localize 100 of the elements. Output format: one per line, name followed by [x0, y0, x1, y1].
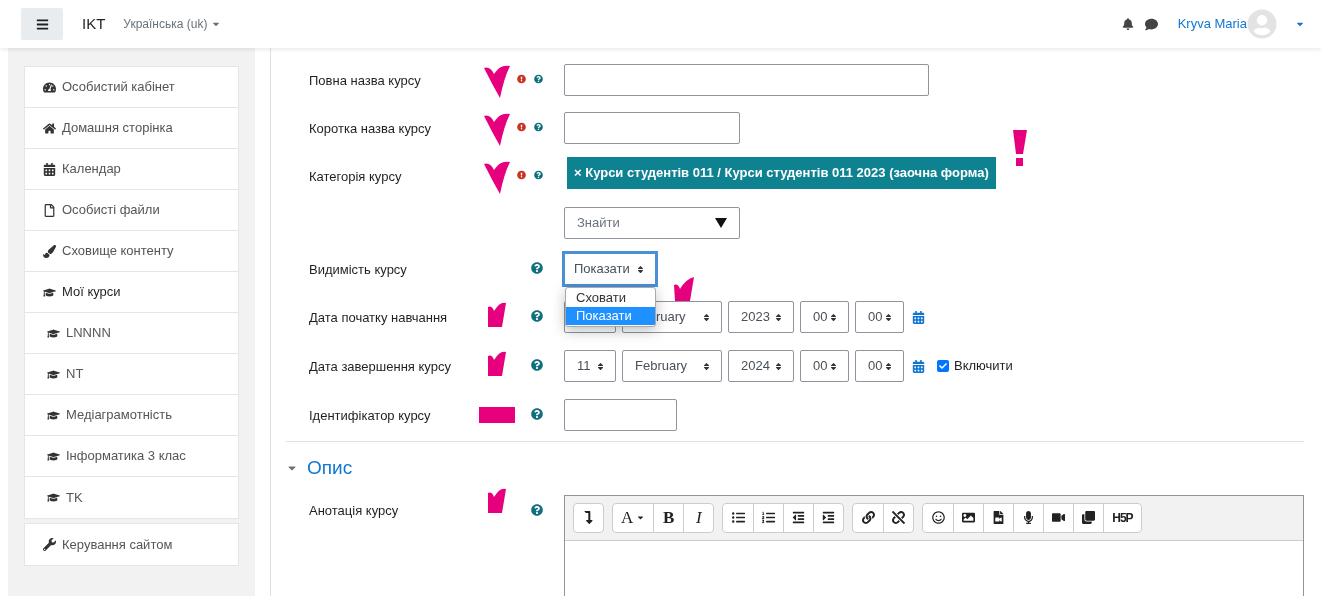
- triangle-down-icon: [715, 218, 727, 228]
- sidebar-item[interactable]: NT: [25, 354, 238, 395]
- copy-icon: [1082, 511, 1096, 524]
- numbered-list-icon: [762, 511, 776, 524]
- indent-icon: [822, 511, 836, 524]
- dashboard-icon: [43, 80, 56, 94]
- select-field[interactable]: February: [622, 350, 722, 382]
- sort-arrows-icon: [774, 361, 783, 371]
- select-field[interactable]: 00: [800, 301, 849, 333]
- image-icon: [962, 511, 976, 524]
- field-label: Коротка назва курсу: [309, 120, 432, 138]
- select-field[interactable]: 11: [564, 350, 616, 382]
- field-label: Анотація курсу: [309, 501, 400, 520]
- text-input[interactable]: [564, 399, 677, 431]
- brush-icon: [43, 244, 56, 258]
- toolbar-button[interactable]: H5P: [1103, 503, 1141, 532]
- unlink-icon: [892, 511, 906, 524]
- check-mark-annotation: [482, 160, 512, 196]
- field-label: Категорія курсу: [309, 168, 403, 186]
- sidebar-item[interactable]: Особистий кабінет: [25, 67, 238, 108]
- toolbar-button[interactable]: A: [613, 503, 654, 532]
- toolbar-button[interactable]: I: [683, 503, 714, 532]
- sidebar-item[interactable]: Медіаграмотність: [25, 395, 238, 436]
- sidebar-item[interactable]: LNNNN: [25, 313, 238, 354]
- help-icon[interactable]: [531, 310, 543, 322]
- help-icon[interactable]: [531, 359, 543, 371]
- select-field[interactable]: 00: [800, 350, 849, 382]
- select-field[interactable]: 2024: [728, 350, 794, 382]
- sidebar-item[interactable]: Особисті файли: [25, 190, 238, 231]
- check-mark-annotation: [486, 350, 508, 378]
- link-icon: [861, 511, 875, 524]
- sidebar-item[interactable]: Інформатика 3 клас: [25, 436, 238, 477]
- sidebar-item[interactable]: Керування сайтом: [25, 524, 238, 565]
- media-file-icon: [992, 511, 1006, 524]
- visibility-select[interactable]: Показати: [562, 251, 658, 287]
- check-icon: [939, 362, 947, 370]
- field-label: Ідентифікатор курсу: [309, 407, 432, 425]
- section-heading[interactable]: Опис: [307, 454, 353, 483]
- notification-bell-icon[interactable]: [1121, 18, 1134, 30]
- check-mark-annotation: [486, 301, 508, 329]
- sidebar-item[interactable]: Календар: [25, 149, 238, 190]
- field-label: Дата завершення курсу: [309, 358, 452, 376]
- toolbar-button[interactable]: B: [653, 503, 684, 532]
- file-icon: [43, 203, 56, 217]
- sort-arrows-icon: [884, 361, 893, 371]
- search-placeholder: Знайти: [577, 214, 620, 233]
- sort-arrows-icon: [702, 361, 711, 371]
- enable-checkbox[interactable]: Включити: [937, 356, 1013, 376]
- field-label: Дата початку навчання: [309, 309, 449, 327]
- toolbar-button[interactable]: [573, 502, 604, 533]
- menu-button[interactable]: [21, 8, 63, 40]
- field-label: Повна назва курсу: [309, 72, 422, 90]
- calendar-icon: [43, 162, 56, 176]
- calendar-icon[interactable]: [912, 359, 925, 373]
- text-input[interactable]: [564, 112, 740, 144]
- arrow-down-icon: [582, 511, 595, 524]
- text-input[interactable]: [564, 64, 929, 96]
- user-name[interactable]: Kryva Maria: [1177, 14, 1247, 34]
- check-mark-annotation: [482, 112, 512, 148]
- checkbox[interactable]: [937, 360, 949, 372]
- wrench-icon: [43, 538, 56, 551]
- bullet-list-icon: [731, 511, 745, 524]
- sort-arrows-icon: [596, 361, 605, 371]
- video-camera-icon: [1052, 511, 1066, 524]
- calendar-icon[interactable]: [912, 310, 925, 324]
- select-field[interactable]: 00: [855, 350, 904, 382]
- search-select[interactable]: Знайти: [564, 207, 740, 239]
- select-field[interactable]: 2023: [728, 301, 794, 333]
- field-label: Видимість курсу: [309, 261, 408, 279]
- highlight-annotation: [479, 407, 515, 423]
- check-mark-annotation: [672, 277, 696, 303]
- sort-arrows-icon: [829, 361, 838, 371]
- language-menu[interactable]: Українська (uk): [123, 15, 222, 33]
- check-mark-annotation: [482, 64, 512, 100]
- help-icon[interactable]: [534, 121, 543, 133]
- help-icon[interactable]: [531, 262, 543, 274]
- sidebar-item[interactable]: Сховище контенту: [25, 231, 238, 272]
- site-name[interactable]: IKT: [82, 12, 106, 36]
- outdent-icon: [792, 511, 806, 524]
- sort-arrows-icon: [829, 312, 838, 322]
- chat-bubble-icon[interactable]: [1144, 17, 1158, 31]
- sidebar-item[interactable]: TK: [25, 477, 238, 518]
- sort-arrows-icon: [702, 312, 711, 322]
- help-icon[interactable]: [531, 408, 543, 420]
- sidebar-item[interactable]: Мої курси: [25, 272, 238, 313]
- menu-icon: [35, 17, 49, 31]
- home-icon: [43, 121, 56, 135]
- caret-icon: [636, 513, 646, 522]
- check-mark-annotation: [486, 486, 508, 515]
- graduation-cap-icon: [47, 491, 60, 504]
- sidebar-item[interactable]: Домашня сторінка: [25, 108, 238, 149]
- sort-arrows-icon: [774, 312, 783, 322]
- category-tag[interactable]: × Курси студентів 011 / Курси студентів 011 2023 (заочна форма): [567, 157, 996, 189]
- help-icon[interactable]: [531, 503, 543, 516]
- help-icon[interactable]: [534, 169, 543, 181]
- microphone-icon: [1022, 511, 1036, 524]
- help-icon[interactable]: [534, 73, 543, 85]
- sort-arrows-icon: [636, 264, 645, 274]
- sort-arrows-icon: [884, 312, 893, 322]
- select-field[interactable]: 00: [855, 301, 904, 333]
